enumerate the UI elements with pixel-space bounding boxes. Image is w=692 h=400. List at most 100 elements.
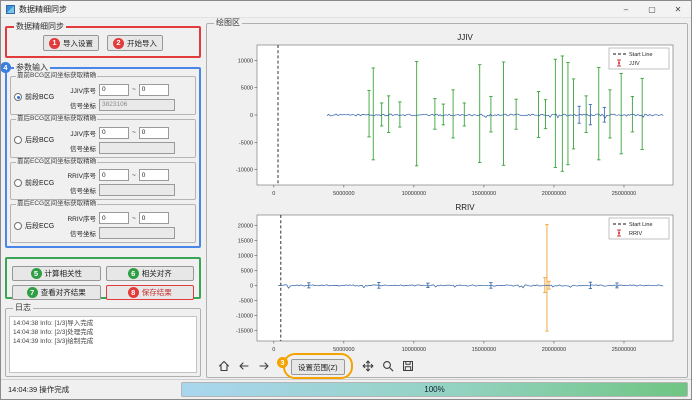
svg-text:0: 0	[250, 113, 253, 119]
params-group: 4 参数输入 靠前BCG区间坐标获取精确 前段BCG JJIV序号 ~	[5, 67, 201, 248]
svg-text:0: 0	[272, 191, 275, 197]
correlation-align-button[interactable]: 6 相关对齐	[106, 266, 195, 281]
svg-text:5000000: 5000000	[333, 347, 354, 353]
view-align-result-label: 查看对齐结果	[41, 287, 86, 298]
statusbar: 14:04:39 操作完成 100%	[1, 379, 691, 399]
view-align-result-button[interactable]: 7 查看对齐结果	[12, 285, 101, 300]
compute-correlation-button[interactable]: 5 计算相关性	[12, 266, 101, 281]
plot-toolbar: 3 设置范围(Z)	[211, 355, 683, 375]
app-window: 数据精细同步 – ▢ ✕ 数据精细同步 1 导入设置 2 开始导入	[0, 0, 692, 400]
range-button-wrap: 3 设置范围(Z)	[291, 357, 345, 376]
titlebar: 数据精细同步 – ▢ ✕	[1, 1, 691, 18]
annotation-step-5: 5	[31, 268, 42, 279]
radio-front-bcg[interactable]	[14, 93, 22, 101]
sync-group: 数据精细同步 1 导入设置 2 开始导入	[5, 26, 201, 58]
seq-to-input[interactable]	[139, 212, 169, 224]
tilde-separator: ~	[132, 129, 136, 136]
seq-from-input[interactable]	[99, 127, 129, 139]
svg-text:10000000: 10000000	[402, 347, 426, 353]
seq-from-input[interactable]	[99, 169, 129, 181]
svg-text:Start Line: Start Line	[629, 222, 653, 228]
annotation-step-8: 8	[128, 287, 139, 298]
main-content: 数据精细同步 1 导入设置 2 开始导入 4 参数输入	[1, 18, 691, 379]
svg-text:25000000: 25000000	[612, 191, 636, 197]
svg-text:-10000: -10000	[236, 313, 253, 319]
set-range-button[interactable]: 设置范围(Z)	[291, 359, 345, 375]
log-line: 14:04:38 Info: [1/3]导入完成	[13, 319, 193, 328]
param-subgroup-rear-bcg: 靠后BCG区间坐标获取精确 后段BCG JJIV序号 ~ 信号	[10, 119, 196, 158]
plot-panel-title: 绘图区	[214, 18, 242, 28]
svg-text:10000: 10000	[238, 253, 253, 259]
maximize-button[interactable]: ▢	[639, 1, 665, 17]
plot-panel: 绘图区 JJIV05000000100000001500000020000000…	[206, 23, 688, 378]
jjiv-chart[interactable]: JJIV050000001000000015000000200000002500…	[211, 29, 683, 199]
coord-input[interactable]	[99, 227, 175, 239]
seq-from-input[interactable]	[99, 212, 129, 224]
annotation-step-1: 1	[49, 38, 60, 49]
seq-from-input[interactable]	[99, 84, 129, 96]
tilde-separator: ~	[132, 172, 136, 179]
seq-label: JJIV序号	[64, 128, 96, 138]
radio-rear-bcg[interactable]	[14, 136, 22, 144]
actions-group: 5 计算相关性 6 相关对齐 7 查看对齐结果 8 保存结果	[5, 257, 201, 299]
radio-front-ecg[interactable]	[14, 179, 22, 187]
pan-icon[interactable]	[362, 360, 375, 373]
back-icon[interactable]	[237, 360, 250, 373]
svg-text:5000: 5000	[241, 86, 253, 92]
window-controls: – ▢ ✕	[613, 1, 691, 17]
forward-icon[interactable]	[257, 360, 270, 373]
log-line: 14:04:39 Info: [3/3]绘制完成	[13, 337, 193, 346]
svg-text:5000000: 5000000	[333, 191, 354, 197]
svg-text:Start Line: Start Line	[629, 52, 653, 58]
compute-correlation-label: 计算相关性	[45, 268, 83, 279]
zoom-icon[interactable]	[382, 360, 395, 373]
svg-text:5000: 5000	[241, 268, 253, 274]
save-result-button[interactable]: 8 保存结果	[106, 285, 195, 300]
svg-text:-5000: -5000	[239, 140, 253, 146]
save-icon[interactable]	[402, 360, 415, 373]
annotation-step-6: 6	[128, 268, 139, 279]
param-subgroup-front-bcg: 靠前BCG区间坐标获取精确 前段BCG JJIV序号 ~ 信号	[10, 76, 196, 115]
coord-input[interactable]	[99, 99, 175, 111]
seq-to-input[interactable]	[139, 127, 169, 139]
start-import-button[interactable]: 2 开始导入	[107, 35, 163, 51]
seq-to-input[interactable]	[139, 84, 169, 96]
svg-text:10000: 10000	[238, 58, 253, 64]
coord-input[interactable]	[99, 184, 175, 196]
log-group: 日志 14:04:38 Info: [1/3]导入完成 14:04:38 Inf…	[5, 308, 201, 377]
window-title: 数据精细同步	[19, 4, 67, 15]
annotation-step-2: 2	[113, 38, 124, 49]
radio-rear-ecg-label: 后段ECG	[25, 221, 54, 231]
annotation-step-3: 3	[277, 357, 288, 368]
annotation-step-4: 4	[0, 62, 11, 73]
subgroup-title: 靠后ECG区间坐标获取精确	[16, 200, 97, 208]
annotation-step-7: 7	[27, 287, 38, 298]
svg-text:RRIV: RRIV	[629, 231, 642, 237]
tilde-separator: ~	[132, 215, 136, 222]
minimize-button[interactable]: –	[613, 1, 639, 17]
coord-label: 信号坐标	[64, 100, 96, 110]
seq-to-input[interactable]	[139, 169, 169, 181]
correlation-align-label: 相关对齐	[142, 268, 172, 279]
svg-text:-5000: -5000	[239, 298, 253, 304]
radio-front-ecg-label: 前段ECG	[25, 178, 54, 188]
svg-text:-10000: -10000	[236, 168, 253, 174]
progress-label: 100%	[424, 385, 444, 394]
svg-text:10000000: 10000000	[402, 191, 426, 197]
coord-label: 信号坐标	[64, 228, 96, 238]
svg-text:15000000: 15000000	[472, 347, 496, 353]
coord-label: 信号坐标	[64, 143, 96, 153]
seq-label: RRIV序号	[64, 170, 96, 180]
svg-text:JJIV: JJIV	[629, 61, 640, 67]
close-button[interactable]: ✕	[665, 1, 691, 17]
home-icon[interactable]	[217, 360, 230, 373]
svg-text:JJIV: JJIV	[457, 33, 473, 42]
svg-text:25000000: 25000000	[612, 347, 636, 353]
coord-input[interactable]	[99, 142, 175, 154]
svg-text:20000: 20000	[238, 223, 253, 229]
import-settings-button[interactable]: 1 导入设置	[43, 35, 99, 51]
app-icon	[6, 5, 15, 14]
radio-rear-ecg[interactable]	[14, 222, 22, 230]
rriv-chart[interactable]: RRIV050000001000000015000000200000002500…	[211, 199, 683, 355]
param-subgroup-rear-ecg: 靠后ECG区间坐标获取精确 后段ECG RRIV序号 ~ 信号	[10, 204, 196, 243]
